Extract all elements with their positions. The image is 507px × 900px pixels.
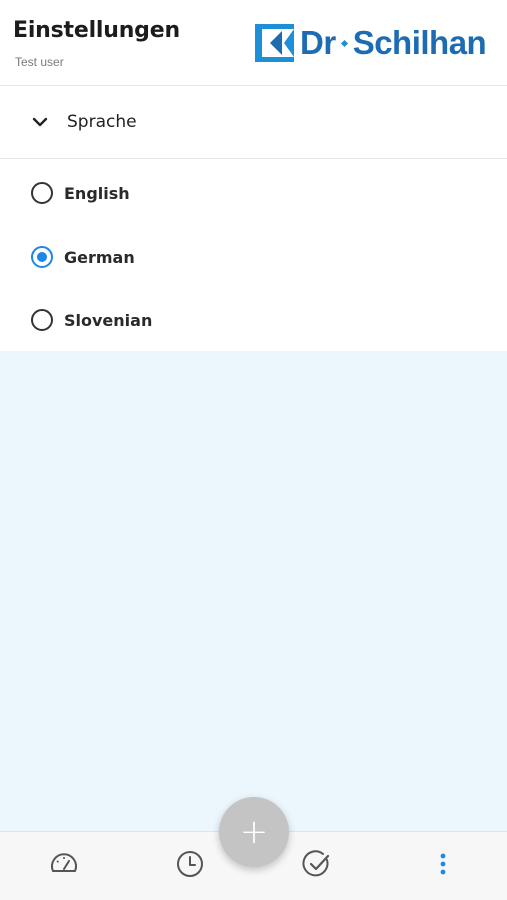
language-options: English German Slovenian <box>0 159 507 351</box>
clock-icon <box>177 851 203 877</box>
user-name: Test user <box>15 55 64 69</box>
speedometer-icon <box>51 853 77 872</box>
chevron-down-icon <box>32 117 48 127</box>
radio-button-selected[interactable] <box>31 246 53 268</box>
logo-mark-icon <box>255 24 294 62</box>
check-circle-icon <box>302 850 330 877</box>
language-option-english[interactable]: English <box>0 168 507 218</box>
language-section-header[interactable]: Sprache <box>0 86 507 159</box>
nav-more[interactable] <box>428 849 458 879</box>
logo-text: Dr Schilhan <box>300 24 487 62</box>
language-option-slovenian[interactable]: Slovenian <box>0 295 507 345</box>
nav-tasks[interactable] <box>302 849 332 879</box>
radio-button[interactable] <box>31 182 53 204</box>
section-title: Sprache <box>67 112 137 132</box>
radio-button[interactable] <box>31 309 53 331</box>
page-title: Einstellungen <box>13 18 180 43</box>
more-vertical-icon <box>440 853 446 875</box>
language-option-german[interactable]: German <box>0 232 507 282</box>
logo-dot-icon <box>340 39 348 47</box>
app-header: Einstellungen Test user Dr Schilhan <box>0 0 507 86</box>
logo-text-right: Schilhan <box>352 24 487 61</box>
option-label: German <box>64 247 135 267</box>
logo-text-left: Dr <box>300 24 336 61</box>
option-label: Slovenian <box>64 310 153 330</box>
add-button[interactable]: + <box>219 797 289 867</box>
option-label: English <box>64 183 130 203</box>
brand-logo: Dr Schilhan <box>255 24 487 62</box>
nav-dashboard[interactable] <box>49 849 79 879</box>
nav-history[interactable] <box>175 849 205 879</box>
